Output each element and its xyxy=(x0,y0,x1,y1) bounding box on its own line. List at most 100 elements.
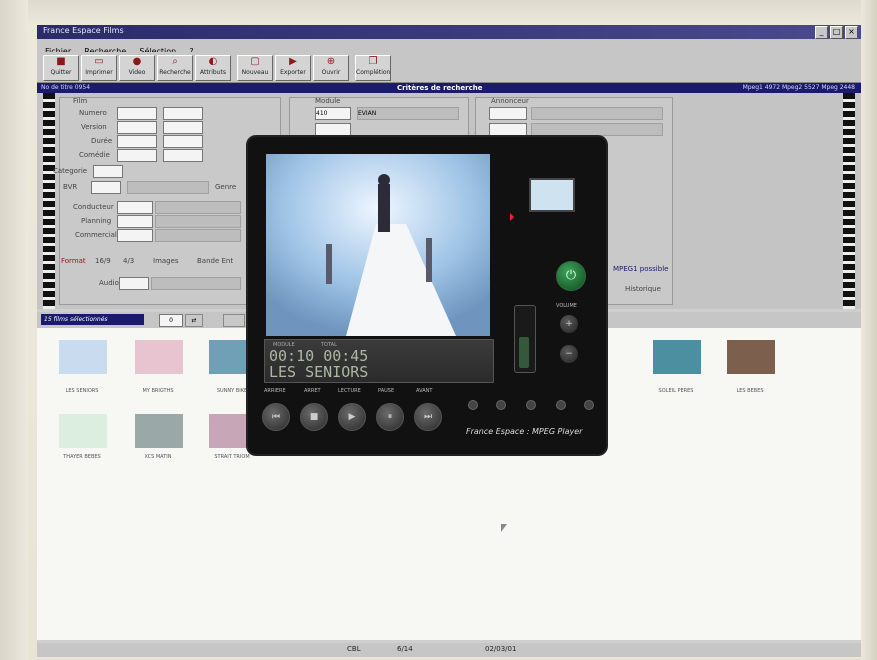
conducteur-label: Conducteur xyxy=(73,203,114,211)
thumbnail-2[interactable] xyxy=(135,340,183,374)
annonceur-desc xyxy=(531,107,663,120)
format-43-checkbox[interactable]: 4/3 xyxy=(123,257,134,265)
power-icon[interactable]: ⏻ xyxy=(556,261,586,291)
version-field[interactable] xyxy=(117,121,157,134)
volume-meter-fill xyxy=(519,337,529,368)
selection-count[interactable]: 0 xyxy=(159,314,183,327)
search-button[interactable]: ⌕ Recherche xyxy=(157,55,193,81)
control-labels: ARRIERE ARRET LECTURE PAUSE AVANT xyxy=(262,388,502,396)
audio-select[interactable] xyxy=(119,277,149,290)
window-controls: _ □ × xyxy=(815,26,858,39)
video-frame xyxy=(266,154,490,336)
format-169-checkbox[interactable]: 16/9 xyxy=(95,257,111,265)
record-number: No de titre 0954 xyxy=(41,84,91,91)
thumbnail-caption: LES BEBES xyxy=(736,388,764,394)
categorie-select[interactable] xyxy=(93,165,123,178)
selection-nav-button[interactable]: ⇄ xyxy=(185,314,203,327)
thumbnail-caption: MY BRIGTHS xyxy=(142,388,174,394)
film-label: Film xyxy=(73,97,88,105)
duree-field-2[interactable] xyxy=(163,135,203,148)
images-checkbox[interactable]: Images xyxy=(153,257,179,265)
format-label: Format xyxy=(61,257,86,265)
bezel-right xyxy=(861,0,877,660)
option-knob[interactable] xyxy=(526,400,536,410)
volume-meter xyxy=(514,305,536,373)
thumbnail-5[interactable] xyxy=(727,340,775,374)
selection-view-button[interactable] xyxy=(223,314,245,327)
play-button[interactable]: ▶ xyxy=(338,403,366,431)
thumbnail-7[interactable] xyxy=(135,414,183,448)
version-label: Version xyxy=(81,123,107,131)
forward-button[interactable]: ⏭ xyxy=(414,403,442,431)
video-button[interactable]: ● Video xyxy=(119,55,155,81)
module-field-2[interactable] xyxy=(315,123,351,136)
planning-label: Planning xyxy=(81,217,112,225)
version-field-2[interactable] xyxy=(163,121,203,134)
audio-desc xyxy=(151,277,241,290)
conducteur-select[interactable] xyxy=(117,201,153,214)
option-knob[interactable] xyxy=(496,400,506,410)
annonceur-field[interactable] xyxy=(489,107,527,120)
volume-up-button[interactable]: + xyxy=(560,315,578,333)
genre-label: Genre xyxy=(215,183,237,191)
new-button[interactable]: ▢ Nouveau xyxy=(237,55,273,81)
volume-down-button[interactable]: − xyxy=(560,345,578,363)
thumbnail-caption: THAYER BEBES xyxy=(63,454,101,460)
module-field[interactable]: 410 xyxy=(315,107,351,120)
numero-field[interactable] xyxy=(117,107,157,120)
numero-field-2[interactable] xyxy=(163,107,203,120)
video-display xyxy=(266,154,490,336)
close-icon[interactable]: × xyxy=(845,26,858,39)
control-label: ARRIERE xyxy=(264,388,286,394)
annonceur-field-2[interactable] xyxy=(489,123,527,136)
open-icon: ⊕ xyxy=(326,56,336,67)
header-bar: No de titre 0954 Critères de recherche M… xyxy=(37,83,861,93)
duree-label: Durée xyxy=(91,137,113,145)
open-button[interactable]: ⊕ Ouvrir xyxy=(313,55,349,81)
quit-button[interactable]: ■ Quitter xyxy=(43,55,79,81)
comedie-field-2[interactable] xyxy=(163,149,203,162)
minimize-icon[interactable]: _ xyxy=(815,26,828,39)
rewind-button[interactable]: ⏮ xyxy=(262,403,290,431)
control-label: LECTURE xyxy=(338,388,361,394)
annonceur-desc-2 xyxy=(531,123,663,136)
thumbnail-6[interactable] xyxy=(59,414,107,448)
selection-label: 15 films sélectionnés xyxy=(41,314,144,325)
completion-button[interactable]: ❐ Complétion xyxy=(355,55,391,81)
option-knob[interactable] xyxy=(584,400,594,410)
bvr-label: BVR xyxy=(63,183,78,191)
module-name: EVIAN xyxy=(357,107,459,120)
option-knob[interactable] xyxy=(556,400,566,410)
pause-button[interactable]: ⏸ xyxy=(376,403,404,431)
historique-checkbox[interactable]: Historique xyxy=(625,285,661,293)
comedie-field[interactable] xyxy=(117,149,157,162)
completion-icon: ❐ xyxy=(368,56,378,67)
toolbar: ■ Quitter ▭ Imprimer ● Video ⌕ Recherche ◐ At… xyxy=(37,52,861,83)
mpeg-possible-checkbox[interactable]: MPEG1 possible xyxy=(613,265,668,273)
mouse-cursor-icon xyxy=(501,524,507,532)
print-icon: ▭ xyxy=(94,56,104,67)
bvr-select[interactable] xyxy=(91,181,121,194)
thumbnail-caption: LES SENIORS xyxy=(65,388,99,394)
option-knob[interactable] xyxy=(468,400,478,410)
volume-label: VOLUME xyxy=(556,303,577,309)
duree-field[interactable] xyxy=(117,135,157,148)
control-label: ARRET xyxy=(304,388,321,394)
planning-select[interactable] xyxy=(117,215,153,228)
player-logo xyxy=(529,178,575,212)
window-title: France Espace Films xyxy=(43,26,124,35)
thumbnail-1[interactable] xyxy=(59,340,107,374)
stop-button[interactable]: ■ xyxy=(300,403,328,431)
taskbar: CBL 6/14 02/03/01 xyxy=(37,643,861,657)
exit-icon: ■ xyxy=(56,56,66,67)
export-button[interactable]: ▶ Exporter xyxy=(275,55,311,81)
attributes-button[interactable]: ◐ Attributs xyxy=(195,55,231,81)
thumbnail-4[interactable] xyxy=(653,340,701,374)
maximize-icon[interactable]: □ xyxy=(830,26,843,39)
control-label: AVANT xyxy=(416,388,433,394)
numero-label: Numero xyxy=(79,109,107,117)
commercial-select[interactable] xyxy=(117,229,153,242)
print-button[interactable]: ▭ Imprimer xyxy=(81,55,117,81)
control-label: PAUSE xyxy=(378,388,395,394)
filmstrip-left xyxy=(43,93,55,309)
